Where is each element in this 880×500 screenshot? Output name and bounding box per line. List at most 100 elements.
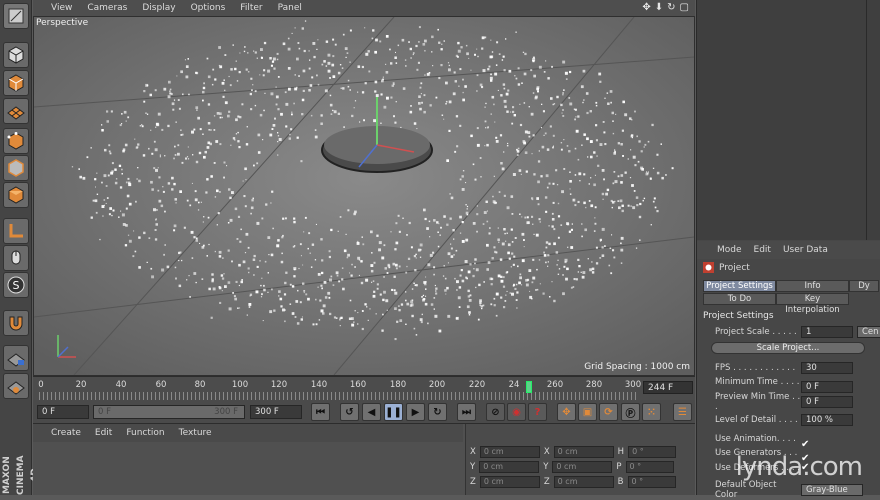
tab-info[interactable]: Info (776, 280, 849, 292)
record-button[interactable]: ◉ (507, 403, 526, 421)
prev-key-button[interactable]: ↺ (340, 403, 359, 421)
particle (393, 289, 396, 292)
menu-panel[interactable]: Panel (278, 3, 302, 13)
scale-x-field[interactable]: 0 cm (553, 446, 614, 458)
position-z-field[interactable]: 0 cm (479, 476, 540, 488)
particle (569, 180, 572, 183)
particle (252, 197, 254, 200)
coord-label: B (617, 477, 624, 487)
tab-dynamics[interactable]: Dy (849, 280, 879, 292)
workplane-button[interactable] (3, 98, 29, 124)
menu-view[interactable]: View (51, 3, 72, 13)
particle (400, 303, 404, 306)
key-parameter-button[interactable]: Ⓟ (621, 403, 640, 421)
particle (445, 103, 447, 105)
tab-to-do[interactable]: To Do (703, 293, 776, 305)
particle (639, 239, 641, 241)
key-rotation-button[interactable]: ⟳ (599, 403, 618, 421)
rotation-p-field[interactable]: 0 ° (625, 461, 674, 473)
points-mode-button[interactable] (3, 128, 29, 154)
menu-attr-edit[interactable]: Edit (754, 245, 771, 255)
menu-cameras[interactable]: Cameras (87, 3, 127, 13)
menu-mode[interactable]: Mode (717, 245, 742, 255)
viewport-perspective[interactable]: Perspective Grid Spacing : 1000 cm (33, 16, 695, 376)
workplane-mode-button[interactable] (3, 373, 29, 399)
key-scale-button[interactable]: ▣ (578, 403, 597, 421)
key-pla-button[interactable]: ⁙ (642, 403, 661, 421)
rotation-b-field[interactable]: 0 ° (627, 476, 676, 488)
snap-button[interactable]: S (3, 272, 29, 298)
menu-create[interactable]: Create (51, 428, 81, 438)
edges-mode-button[interactable] (3, 155, 29, 181)
menu-texture[interactable]: Texture (179, 428, 212, 438)
menu-options[interactable]: Options (191, 3, 226, 13)
maximize-view-icon[interactable]: ▢ (680, 2, 689, 13)
polygons-mode-button[interactable] (3, 182, 29, 208)
menu-user-data[interactable]: User Data (783, 245, 828, 255)
default-object-color-dropdown[interactable]: Gray-Blue (801, 484, 863, 496)
tab-key-interpolation[interactable]: Key Interpolation (776, 293, 849, 315)
workplane-lock-button[interactable] (3, 345, 29, 371)
particle (581, 223, 583, 225)
particle (214, 78, 217, 81)
play-pause-button[interactable]: ❚❚ (384, 403, 403, 421)
move-view-icon[interactable]: ✥ (642, 2, 650, 13)
start-frame-field[interactable]: 0 F (37, 405, 89, 419)
menu-filter[interactable]: Filter (240, 3, 262, 13)
project-scale-unit[interactable]: Cen (857, 326, 880, 338)
menu-function[interactable]: Function (126, 428, 164, 438)
preview-min-time-field[interactable]: 0 F (801, 396, 853, 408)
axis-mode-button[interactable] (3, 218, 29, 244)
key-position-button[interactable]: ✥ (557, 403, 576, 421)
particle (297, 42, 300, 44)
autokey-button[interactable]: ? (528, 403, 547, 421)
position-x-field[interactable]: 0 cm (479, 446, 540, 458)
project-scale-field[interactable]: 1 (801, 326, 853, 338)
object-manager[interactable] (697, 0, 880, 240)
timeline-playhead[interactable] (526, 381, 532, 393)
particle (311, 243, 315, 246)
rotate-view-icon[interactable]: ↻ (667, 2, 675, 13)
undo-view-button[interactable] (3, 3, 29, 29)
menu-edit[interactable]: Edit (95, 428, 112, 438)
go-to-end-button[interactable]: ⏭ (457, 403, 476, 421)
texture-mode-button[interactable] (3, 70, 29, 96)
rotation-h-field[interactable]: 0 ° (628, 446, 677, 458)
particle (447, 314, 451, 318)
scale-z-field[interactable]: 0 cm (553, 476, 614, 488)
prev-frame-button[interactable]: ◀ (362, 403, 381, 421)
particle (385, 299, 389, 303)
timeline-button[interactable]: ☰ (673, 403, 692, 421)
fps-field[interactable]: 30 (801, 362, 853, 374)
zoom-view-icon[interactable]: ⬇ (655, 2, 663, 13)
end-frame-field[interactable]: 244 F (643, 381, 693, 394)
scale-y-field[interactable]: 0 cm (552, 461, 613, 473)
level-of-detail-field[interactable]: 100 % (801, 414, 853, 426)
model-mode-button[interactable] (3, 42, 29, 68)
particle (532, 134, 535, 137)
timeline-ruler[interactable] (39, 392, 639, 400)
next-key-button[interactable]: ↻ (428, 403, 447, 421)
particle (405, 65, 407, 67)
tab-project-settings[interactable]: Project Settings (703, 280, 776, 292)
particle (315, 298, 317, 301)
particle (275, 86, 277, 88)
particle (145, 112, 147, 114)
end-frame-total-field[interactable]: 300 F (250, 405, 302, 419)
particle (443, 118, 445, 120)
particle (374, 50, 377, 54)
particle (412, 53, 414, 56)
menu-display[interactable]: Display (142, 3, 175, 13)
preview-range-slider[interactable]: 0 F 300 F (93, 405, 245, 419)
particle (502, 285, 506, 288)
particle (566, 222, 569, 225)
go-to-start-button[interactable]: ⏮ (311, 403, 330, 421)
motion-path-button[interactable]: ⊘ (486, 403, 505, 421)
tweak-mode-button[interactable] (3, 245, 29, 271)
magnet-button[interactable] (3, 310, 29, 336)
scale-project-button[interactable]: Scale Project... (711, 342, 865, 354)
next-frame-button[interactable]: ▶ (406, 403, 425, 421)
particle (219, 143, 222, 146)
timeline[interactable]: 0 20 40 60 80 100 120 140 160 180 200 22… (33, 376, 695, 400)
position-y-field[interactable]: 0 cm (479, 461, 540, 473)
